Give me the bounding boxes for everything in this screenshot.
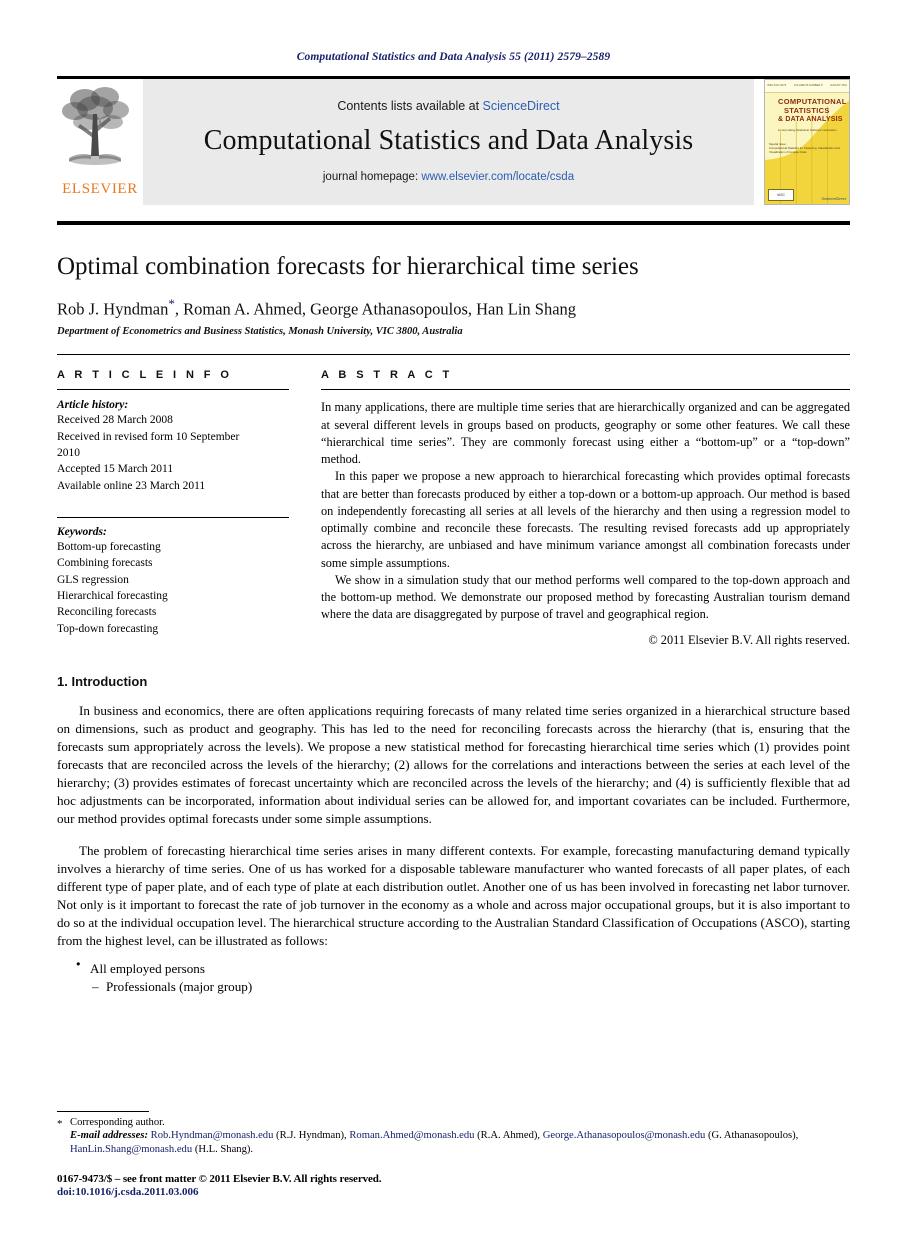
article-history-2: 2010 — [57, 446, 80, 459]
cover-issn: ISSN 0167-9473 — [767, 83, 787, 87]
author-first: Rob J. Hyndman — [57, 299, 169, 319]
section-heading-introduction: 1. Introduction — [57, 673, 148, 689]
keyword-2: GLS regression — [57, 573, 129, 586]
abstract-paragraph-1: In this paper we propose a new approach … — [321, 469, 850, 570]
homepage-prefix: journal homepage: — [322, 171, 422, 183]
cover-subtitle: incorporating Statistical Software Newsl… — [778, 128, 837, 132]
journal-title: Computational Statistics and Data Analys… — [203, 125, 694, 156]
abstract-copyright: © 2011 Elsevier B.V. All rights reserved… — [648, 632, 850, 647]
email-link-2[interactable]: George.Athanasopoulos@monash.edu — [543, 1130, 706, 1141]
contents-prefix: Contents lists available at — [337, 99, 483, 113]
article-info-heading: A R T I C L E I N F O — [57, 369, 233, 382]
email-end: . — [250, 1144, 254, 1156]
article-history-3: Accepted 15 March 2011 — [57, 463, 174, 476]
journal-cover-thumbnail: ISSN 0167-9473 VOLUME 55 NUMBER 8 AUGUST… — [764, 79, 850, 205]
email-link-1[interactable]: Roman.Ahmed@monash.edu — [349, 1130, 474, 1141]
cover-body: COMPUTATIONAL STATISTICS & DATA ANALYSIS… — [765, 93, 849, 204]
email-addresses-note: E-mail addresses: Rob.Hyndman@monash.edu… — [57, 1129, 850, 1158]
email-name-3: (H.L. Shang) — [194, 1144, 251, 1156]
title-top-rule — [57, 221, 850, 225]
journal-homepage-link[interactable]: www.elsevier.com/locate/csda — [421, 171, 574, 183]
cover-special-text: Computational Statistics for Clustering,… — [769, 145, 840, 154]
cover-bottom-strip: IASC ScienceDirect — [768, 189, 846, 201]
email-name-0: (R.J. Hyndman) — [276, 1129, 345, 1141]
footnote-area: * Corresponding author. E-mail addresses… — [57, 1110, 850, 1198]
abstract-paragraph-0: In many applications, there are multiple… — [321, 400, 850, 467]
cover-date: AUGUST 2011 — [829, 83, 847, 87]
email-link-3[interactable]: HanLin.Shang@monash.edu — [70, 1144, 192, 1155]
email-link-0[interactable]: Rob.Hyndman@monash.edu — [151, 1130, 274, 1141]
sciencedirect-link[interactable]: ScienceDirect — [483, 99, 560, 113]
email-sep-1: , — [537, 1129, 541, 1141]
info-abstract-columns: A R T I C L E I N F O Article history: R… — [57, 369, 850, 647]
corresponding-author-note: * Corresponding author. — [57, 1116, 850, 1130]
body-paragraph-1: The problem of forecasting hierarchical … — [57, 842, 850, 949]
list-item: Professionals (major group) — [76, 978, 850, 996]
cover-title-line3: & DATA ANALYSIS — [778, 115, 843, 123]
cover-sciencedirect-mark: ScienceDirect — [821, 196, 846, 201]
author-rest: , Roman A. Ahmed, George Athanasopoulos,… — [174, 299, 577, 319]
email-sep-2: , — [795, 1129, 799, 1141]
cover-title-group: COMPUTATIONAL STATISTICS & DATA ANALYSIS — [778, 97, 846, 125]
cover-top-strip: ISSN 0167-9473 VOLUME 55 NUMBER 8 AUGUST… — [765, 80, 849, 93]
cover-special-issue: Special Issue: Computational Statistics … — [769, 142, 845, 154]
email-name-2: (G. Athanasopoulos) — [707, 1129, 796, 1141]
abstract-rule — [321, 389, 850, 391]
journal-homepage-line: journal homepage: www.elsevier.com/locat… — [323, 171, 574, 183]
keywords-rule — [57, 516, 289, 518]
article-history-0: Received 28 March 2008 — [57, 414, 173, 427]
author-list: Rob J. Hyndman*, Roman A. Ahmed, George … — [57, 296, 850, 320]
contents-available-line: Contents lists available at ScienceDirec… — [337, 99, 559, 113]
elsevier-wordmark: ELSEVIER — [62, 181, 138, 197]
cover-title-line2: STATISTICS — [784, 106, 830, 116]
abstract-heading: A B S T R A C T — [321, 369, 453, 382]
cover-title-line1: COMPUTATIONAL — [778, 97, 847, 106]
running-head: Computational Statistics and Data Analys… — [296, 51, 611, 63]
article-info-column: A R T I C L E I N F O Article history: R… — [57, 369, 289, 647]
keyword-3: Hierarchical forecasting — [57, 589, 168, 602]
article-history-1: Received in revised form 10 September — [57, 430, 240, 443]
elsevier-logo: ELSEVIER — [57, 79, 143, 205]
keywords-label: Keywords: — [57, 525, 107, 538]
keyword-4: Reconciling forecasts — [57, 606, 157, 619]
keyword-1: Combining forecasts — [57, 557, 153, 570]
cover-iasc-badge: IASC — [768, 189, 794, 201]
cover-volume: VOLUME 55 NUMBER 8 — [793, 83, 823, 87]
email-name-1: (R.A. Ahmed) — [477, 1129, 538, 1141]
doi-link[interactable]: doi:10.1016/j.csda.2011.03.006 — [57, 1186, 850, 1198]
hierarchy-bullet-list: All employed persons Professionals (majo… — [76, 959, 850, 996]
footnote-rule — [57, 1110, 149, 1112]
elsevier-tree-icon — [62, 87, 129, 165]
asterisk-icon: * — [57, 1117, 63, 1130]
abstract-paragraph-2: We show in a simulation study that our m… — [321, 572, 850, 622]
journal-masthead: ELSEVIER Contents lists available at Sci… — [57, 76, 850, 205]
corresponding-author-text: Corresponding author. — [70, 1116, 165, 1128]
info-top-rule — [57, 354, 850, 356]
article-history-4: Available online 23 March 2011 — [57, 479, 206, 492]
abstract-column: A B S T R A C T In many applications, th… — [321, 369, 850, 647]
keyword-5: Top-down forecasting — [57, 622, 159, 635]
body-paragraph-0: In business and economics, there are oft… — [57, 702, 850, 827]
keyword-0: Bottom-up forecasting — [57, 540, 161, 553]
journal-band: Contents lists available at ScienceDirec… — [143, 79, 754, 205]
affiliation: Department of Econometrics and Business … — [57, 326, 463, 338]
article-info-rule — [57, 389, 289, 391]
email-label: E-mail addresses: — [70, 1129, 148, 1141]
list-item: All employed persons — [76, 959, 850, 977]
paper-page: Computational Statistics and Data Analys… — [0, 0, 907, 1238]
page-title: Optimal combination forecasts for hierar… — [57, 253, 639, 280]
email-sep-0: , — [344, 1129, 347, 1141]
issn-block: 0167-9473/$ – see front matter © 2011 El… — [57, 1173, 850, 1198]
issn-front-matter: 0167-9473/$ – see front matter © 2011 El… — [57, 1173, 382, 1185]
article-history-label: Article history: — [57, 399, 129, 412]
